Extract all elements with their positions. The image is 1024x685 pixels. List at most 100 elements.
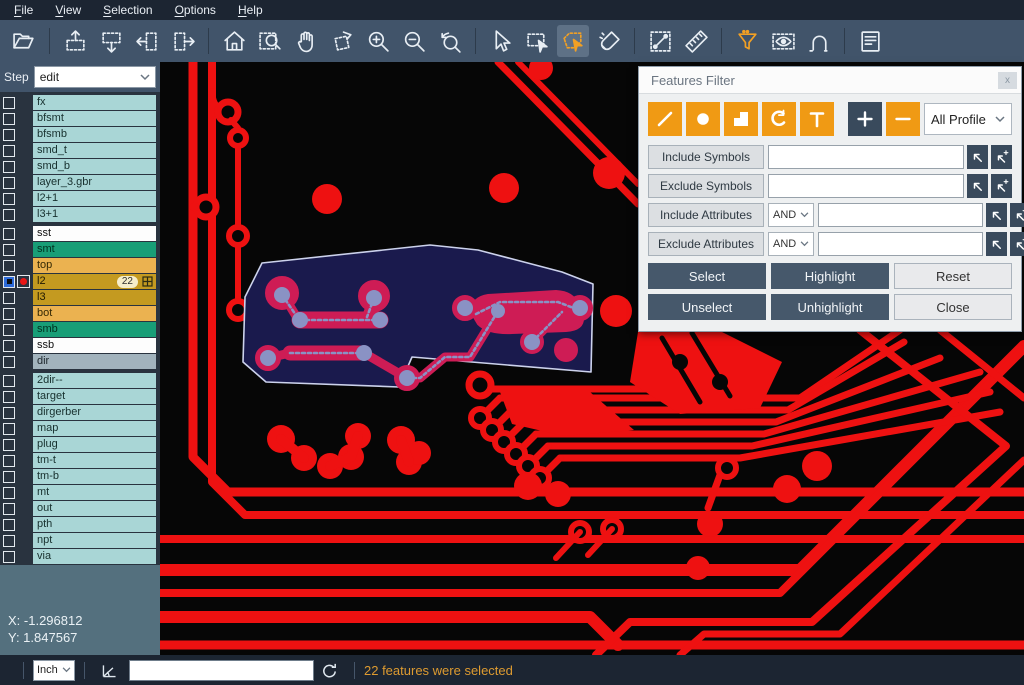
layer-name[interactable]: target — [33, 389, 156, 404]
layer-checkbox-bfsmt[interactable] — [3, 113, 15, 125]
features-table-icon[interactable] — [142, 276, 153, 287]
layer-checkbox-tm-b[interactable] — [3, 471, 15, 483]
exclude-attributes-input[interactable] — [818, 232, 983, 256]
layer-row-bot[interactable]: bot — [0, 306, 160, 321]
layer-name[interactable]: smb — [33, 322, 156, 337]
menu-item-help[interactable]: Help — [228, 0, 273, 20]
layer-name[interactable]: npt — [33, 533, 156, 548]
unselect-button[interactable]: Unselect — [648, 294, 766, 320]
profile-dropdown[interactable]: All Profile — [924, 103, 1012, 135]
layer-checkbox-fx[interactable] — [3, 97, 15, 109]
include-attributes-pick-button[interactable] — [986, 203, 1007, 227]
pan-hand-button[interactable] — [290, 25, 322, 57]
angle-measure-icon[interactable] — [100, 661, 119, 680]
zoom-out-button[interactable] — [398, 25, 430, 57]
remove-filter-button[interactable] — [886, 102, 920, 136]
menu-item-options[interactable]: Options — [165, 0, 226, 20]
layer-row-bfsmt[interactable]: bfsmt — [0, 111, 160, 126]
layer-name[interactable]: mt — [33, 485, 156, 500]
layer-checkbox-smb[interactable] — [3, 324, 15, 336]
reset-button[interactable]: Reset — [894, 263, 1012, 289]
menu-item-selection[interactable]: Selection — [93, 0, 162, 20]
unhighlight-button[interactable]: Unhighlight — [771, 294, 889, 320]
layer-row-npt[interactable]: npt — [0, 533, 160, 548]
measure-ruler-button[interactable] — [680, 25, 712, 57]
layer-name[interactable]: smt — [33, 242, 156, 257]
layer-name[interactable]: 2dir-- — [33, 373, 156, 388]
arcs-filter-button[interactable] — [762, 102, 796, 136]
measure-distance-button[interactable] — [644, 25, 676, 57]
layer-checkbox-2dir--[interactable] — [3, 375, 15, 387]
layer-name[interactable]: dir — [33, 354, 156, 369]
layer-checkbox-plug[interactable] — [3, 439, 15, 451]
layer-row-ssb[interactable]: ssb — [0, 338, 160, 353]
zoom-in-button[interactable] — [362, 25, 394, 57]
layer-row-bfsmb[interactable]: bfsmb — [0, 127, 160, 142]
layer-checkbox-smd_t[interactable] — [3, 145, 15, 157]
layer-checkbox-mt[interactable] — [3, 487, 15, 499]
layer-name[interactable]: plug — [33, 437, 156, 452]
select-button[interactable]: Select — [648, 263, 766, 289]
select-rectangle-button[interactable] — [521, 25, 553, 57]
layers-table-button[interactable] — [854, 25, 886, 57]
dialog-titlebar[interactable]: Features Filter x — [639, 67, 1021, 94]
layer-checkbox-smd_b[interactable] — [3, 161, 15, 173]
layer-name[interactable]: smd_t — [33, 143, 156, 158]
layer-row-2dir--[interactable]: 2dir-- — [0, 373, 160, 388]
layer-checkbox-dir[interactable] — [3, 356, 15, 368]
layer-checkbox-map[interactable] — [3, 423, 15, 435]
refresh-icon[interactable] — [320, 661, 339, 680]
display-options-button[interactable] — [767, 25, 799, 57]
pan-left-button[interactable] — [131, 25, 163, 57]
layer-name[interactable]: l3 — [33, 290, 156, 305]
layer-row-pth[interactable]: pth — [0, 517, 160, 532]
include-symbols-pick-button[interactable] — [967, 145, 988, 169]
layer-checkbox-l3[interactable] — [3, 292, 15, 304]
lines-filter-button[interactable] — [648, 102, 682, 136]
active-layer-indicator[interactable] — [17, 275, 30, 288]
layer-checkbox-bot[interactable] — [3, 308, 15, 320]
highlight-button[interactable]: Highlight — [771, 263, 889, 289]
include-attributes-input[interactable] — [818, 203, 983, 227]
exclude-symbols-input[interactable] — [768, 174, 964, 198]
units-dropdown[interactable]: Inch — [33, 660, 75, 681]
layer-row-mt[interactable]: mt — [0, 485, 160, 500]
layer-name[interactable]: dirgerber — [33, 405, 156, 420]
layer-row-l3+1[interactable]: l3+1 — [0, 207, 160, 222]
layer-checkbox-smt[interactable] — [3, 244, 15, 256]
layer-checkbox-l2[interactable] — [3, 276, 15, 288]
include-attributes-operator-dropdown[interactable]: AND — [768, 203, 814, 227]
layer-row-via[interactable]: via — [0, 549, 160, 564]
layer-checkbox-l3+1[interactable] — [3, 209, 15, 221]
select-polygon-button[interactable] — [557, 25, 589, 57]
layer-checkbox-top[interactable] — [3, 260, 15, 272]
layer-row-dirgerber[interactable]: dirgerber — [0, 405, 160, 420]
layer-row-l2[interactable]: l222 — [0, 274, 160, 289]
layer-checkbox-npt[interactable] — [3, 535, 15, 547]
layer-row-l2+1[interactable]: l2+1 — [0, 191, 160, 206]
layer-row-out[interactable]: out — [0, 501, 160, 516]
zoom-previous-button[interactable] — [434, 25, 466, 57]
include-symbols-pick-add-button[interactable] — [991, 145, 1012, 169]
menu-item-view[interactable]: View — [45, 0, 91, 20]
layer-name[interactable]: pth — [33, 517, 156, 532]
pads-filter-button[interactable] — [686, 102, 720, 136]
layer-row-smd_b[interactable]: smd_b — [0, 159, 160, 174]
layer-checkbox-ssb[interactable] — [3, 340, 15, 352]
layer-row-layer_3.gbr[interactable]: layer_3.gbr — [0, 175, 160, 190]
layer-name[interactable]: fx — [33, 95, 156, 110]
layer-name[interactable]: smd_b — [33, 159, 156, 174]
layer-name[interactable]: tm-b — [33, 469, 156, 484]
layer-name[interactable]: top — [33, 258, 156, 273]
layer-row-map[interactable]: map — [0, 421, 160, 436]
exclude-symbols-pick-button[interactable] — [967, 174, 988, 198]
layer-row-target[interactable]: target — [0, 389, 160, 404]
layer-name[interactable]: bot — [33, 306, 156, 321]
step-dropdown[interactable]: edit — [34, 66, 156, 88]
pan-up-button[interactable] — [59, 25, 91, 57]
features-filter-button[interactable] — [731, 25, 763, 57]
layer-checkbox-sst[interactable] — [3, 228, 15, 240]
layer-row-tm-t[interactable]: tm-t — [0, 453, 160, 468]
layer-checkbox-via[interactable] — [3, 551, 15, 563]
layer-name[interactable]: layer_3.gbr — [33, 175, 156, 190]
